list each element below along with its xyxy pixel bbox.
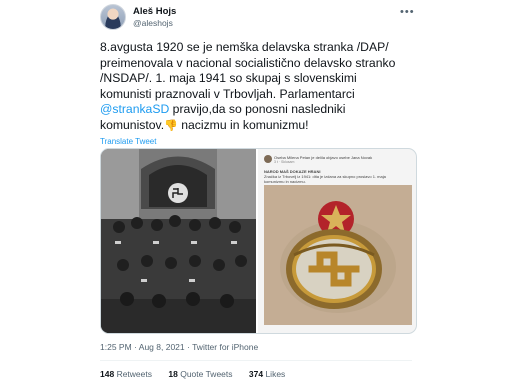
tweet-time[interactable]: 1:25 PM xyxy=(100,342,132,352)
author-handle[interactable]: @aleshojs xyxy=(133,18,173,28)
tweet-date[interactable]: Aug 8, 2021 xyxy=(139,342,185,352)
media-grid: Oseba Milena Petan je delila objavo oseb… xyxy=(100,148,417,334)
retweets-count: 148 xyxy=(100,369,115,379)
group-photo-drawing xyxy=(101,149,256,333)
badge-photo xyxy=(264,185,412,325)
fb-body-2: komunizmu in nacizmu. xyxy=(264,179,306,184)
tweet-line-2: preimenovala v nacional socialistično de… xyxy=(100,55,396,70)
stats-divider xyxy=(100,360,412,361)
fb-avatar xyxy=(264,155,272,163)
thumbs-down-icon: 👎 xyxy=(164,119,178,132)
engagement-stats: 148 Retweets 18 Quote Tweets 374 Likes xyxy=(100,369,299,379)
tweet-line-6: komunistov. xyxy=(100,117,165,132)
likes-count: 374 xyxy=(248,369,264,379)
likes-label: Likes xyxy=(265,369,286,379)
avatar[interactable] xyxy=(100,4,126,30)
embedded-post-screenshot[interactable]: Oseba Milena Petan je delila objavo oseb… xyxy=(258,149,416,333)
retweets-stat[interactable]: 148 Retweets xyxy=(100,369,152,379)
meta-separator-1: · xyxy=(134,342,137,352)
quotes-label: Quote Tweets xyxy=(180,369,233,379)
author-name[interactable]: Aleš Hojs xyxy=(133,6,176,17)
group-photo[interactable] xyxy=(101,149,256,333)
mention-link[interactable]: @strankaSD xyxy=(100,102,169,116)
retweets-label: Retweets xyxy=(116,369,152,379)
tweet-source: Twitter for iPhone xyxy=(192,342,259,352)
likes-stat[interactable]: 374 Likes xyxy=(249,369,285,379)
translate-tweet-link[interactable]: Translate Tweet xyxy=(100,137,156,146)
tweet-text: 8.avgusta 1920 se je nemška delavska str… xyxy=(100,40,412,134)
tweet-line-4: komunisti praznovali v Trbovljah. Parlam… xyxy=(100,86,355,101)
tweet: Aleš Hojs @aleshojs ••• 8.avgusta 1920 s… xyxy=(0,0,512,384)
fb-sub-line: 3 t · Sklusam xyxy=(274,160,295,164)
more-dots-icon[interactable]: ••• xyxy=(400,6,415,18)
tweet-meta: 1:25 PM · Aug 8, 2021 · Twitter for iPho… xyxy=(100,342,258,352)
tweet-line-3: /NSDAP/. 1. maja 1941 so skupaj s sloven… xyxy=(100,71,357,85)
quotes-count: 18 xyxy=(168,369,178,379)
quote-tweets-stat[interactable]: 18 Quote Tweets xyxy=(168,369,232,379)
tweet-line-5: pravijo,da so ponosni nasledniki xyxy=(169,102,346,116)
badge-drawing xyxy=(264,185,412,325)
meta-separator-2: · xyxy=(187,342,190,352)
tweet-line-6-end: nacizmu in komunizmu! xyxy=(177,117,309,132)
tweet-line-1: 8.avgusta 1920 se je nemška delavska str… xyxy=(100,40,389,54)
